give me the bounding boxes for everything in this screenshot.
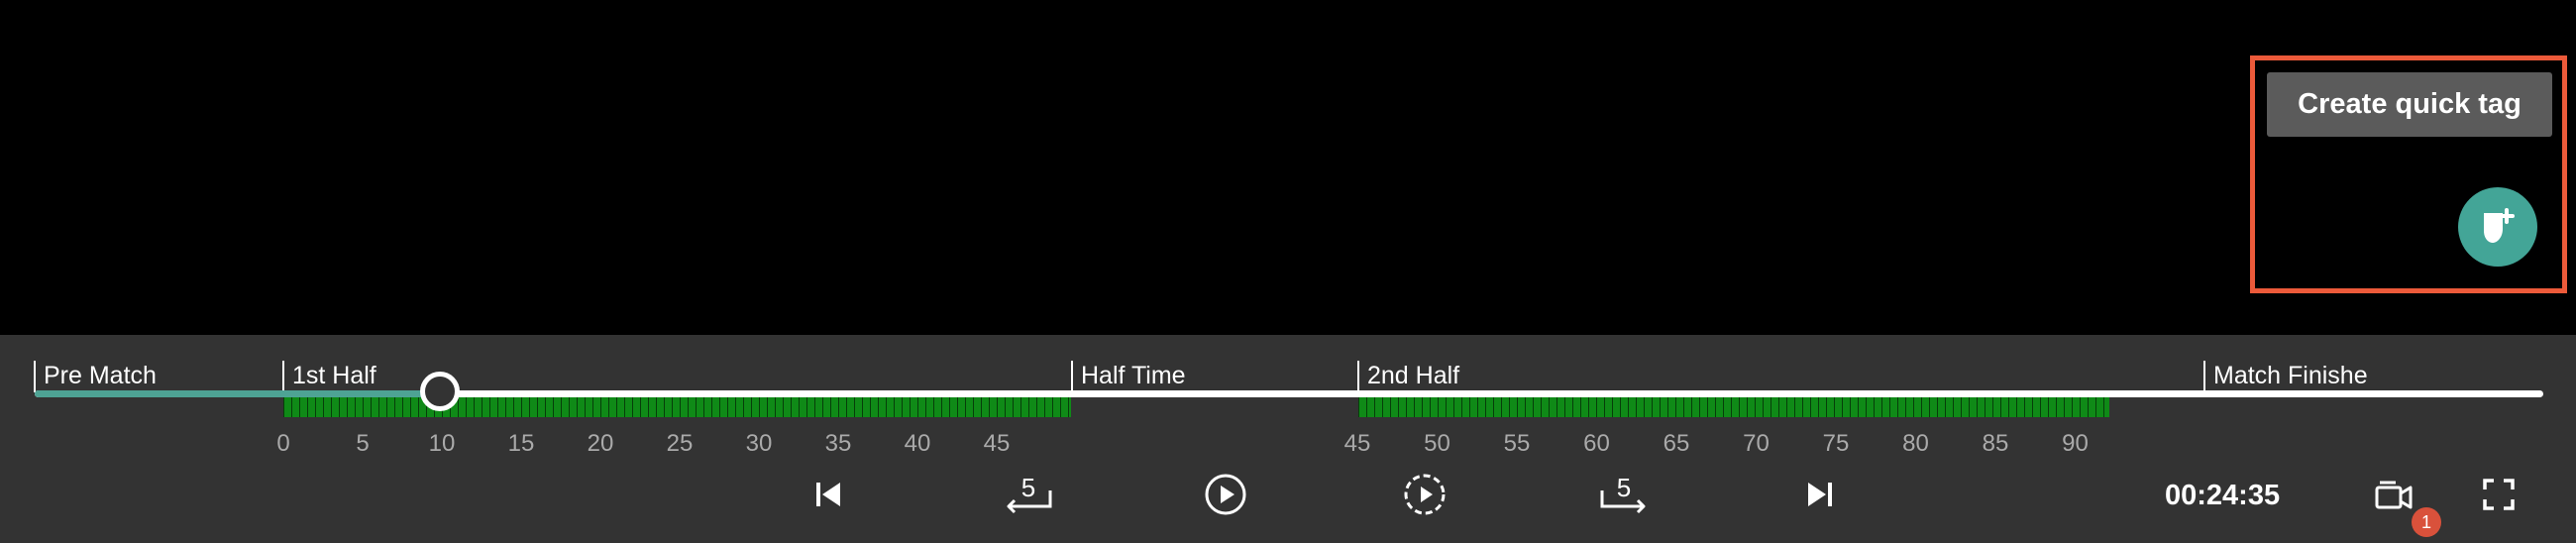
fullscreen-button[interactable] <box>2471 467 2526 522</box>
forward-5-icon: 5 <box>1600 473 1646 514</box>
rewind-5-icon: 5 <box>1007 473 1052 514</box>
minute-tick-label: 45 <box>1343 430 1371 457</box>
camera-switch-icon <box>2375 481 2413 509</box>
minute-tick-label: 20 <box>587 430 614 457</box>
phase-label: 1st Half <box>292 362 376 389</box>
camera-count-badge: 1 <box>2412 507 2441 537</box>
phase-pre-match[interactable]: Pre Match <box>34 361 157 392</box>
phase-first-half[interactable]: 1st Half <box>282 361 376 392</box>
phase-label: Pre Match <box>44 362 157 389</box>
minute-tick-label: 45 <box>983 430 1011 457</box>
minute-tick-label: 25 <box>666 430 694 457</box>
player-controls: Pre Match 1st Half Half Time 2nd Half Ma… <box>0 335 2576 543</box>
minute-tick-label: 90 <box>2062 430 2089 457</box>
phase-label: Half Time <box>1081 362 1186 389</box>
phase-half-time[interactable]: Half Time <box>1071 361 1186 392</box>
minute-tick-label: 10 <box>428 430 456 457</box>
minute-tick-label: 60 <box>1583 430 1610 457</box>
video-area <box>0 0 2576 332</box>
play-icon <box>1205 474 1246 515</box>
current-time: 00:24:35 <box>2165 480 2281 511</box>
timeline-progress <box>35 390 444 397</box>
create-quick-tag-label: Create quick tag <box>2298 88 2522 120</box>
rewind-seconds: 5 <box>1021 473 1035 502</box>
forward-5-button[interactable]: 5 <box>1592 467 1656 522</box>
minute-tick-label: 40 <box>904 430 931 457</box>
skip-to-end-icon <box>1808 483 1832 506</box>
minute-tick-label: 35 <box>824 430 852 457</box>
minute-tick-label: 80 <box>1902 430 1929 457</box>
slow-motion-icon <box>1404 474 1446 515</box>
fullscreen-icon <box>2483 479 2515 510</box>
rewind-5-button[interactable]: 5 <box>997 467 1060 522</box>
timeline-scrubber[interactable] <box>420 372 460 411</box>
slow-motion-button[interactable] <box>1397 467 1452 522</box>
tag-plus-icon <box>2484 208 2515 243</box>
forward-seconds: 5 <box>1617 473 1631 502</box>
create-quick-tag-button[interactable]: Create quick tag <box>2267 72 2552 137</box>
first-half-event-density <box>283 397 1071 417</box>
minute-tick-label: 65 <box>1663 430 1690 457</box>
phase-second-half[interactable]: 2nd Half <box>1357 361 1459 392</box>
phase-label: 2nd Half <box>1367 362 1460 389</box>
phase-label: Match Finishe <box>2213 362 2368 389</box>
play-button[interactable] <box>1198 467 1253 522</box>
minute-tick-label: 5 <box>356 430 370 457</box>
phase-match-finished[interactable]: Match Finishe <box>2203 361 2372 392</box>
skip-to-start-icon <box>816 483 840 506</box>
minute-tick-label: 30 <box>745 430 773 457</box>
skip-to-start-button[interactable] <box>802 467 857 522</box>
minute-tick-label: 50 <box>1424 430 1450 457</box>
quick-tag-fab-button[interactable] <box>2458 187 2537 267</box>
minute-tick-label: 75 <box>1822 430 1850 457</box>
minute-tick-label: 55 <box>1503 430 1531 457</box>
minute-tick-label: 0 <box>276 430 290 457</box>
skip-to-end-button[interactable] <box>1791 467 1847 522</box>
minute-tick-label: 85 <box>1982 430 2009 457</box>
minute-tick-label: 15 <box>507 430 535 457</box>
minute-tick-label: 70 <box>1743 430 1770 457</box>
second-half-event-density <box>1358 397 2109 417</box>
